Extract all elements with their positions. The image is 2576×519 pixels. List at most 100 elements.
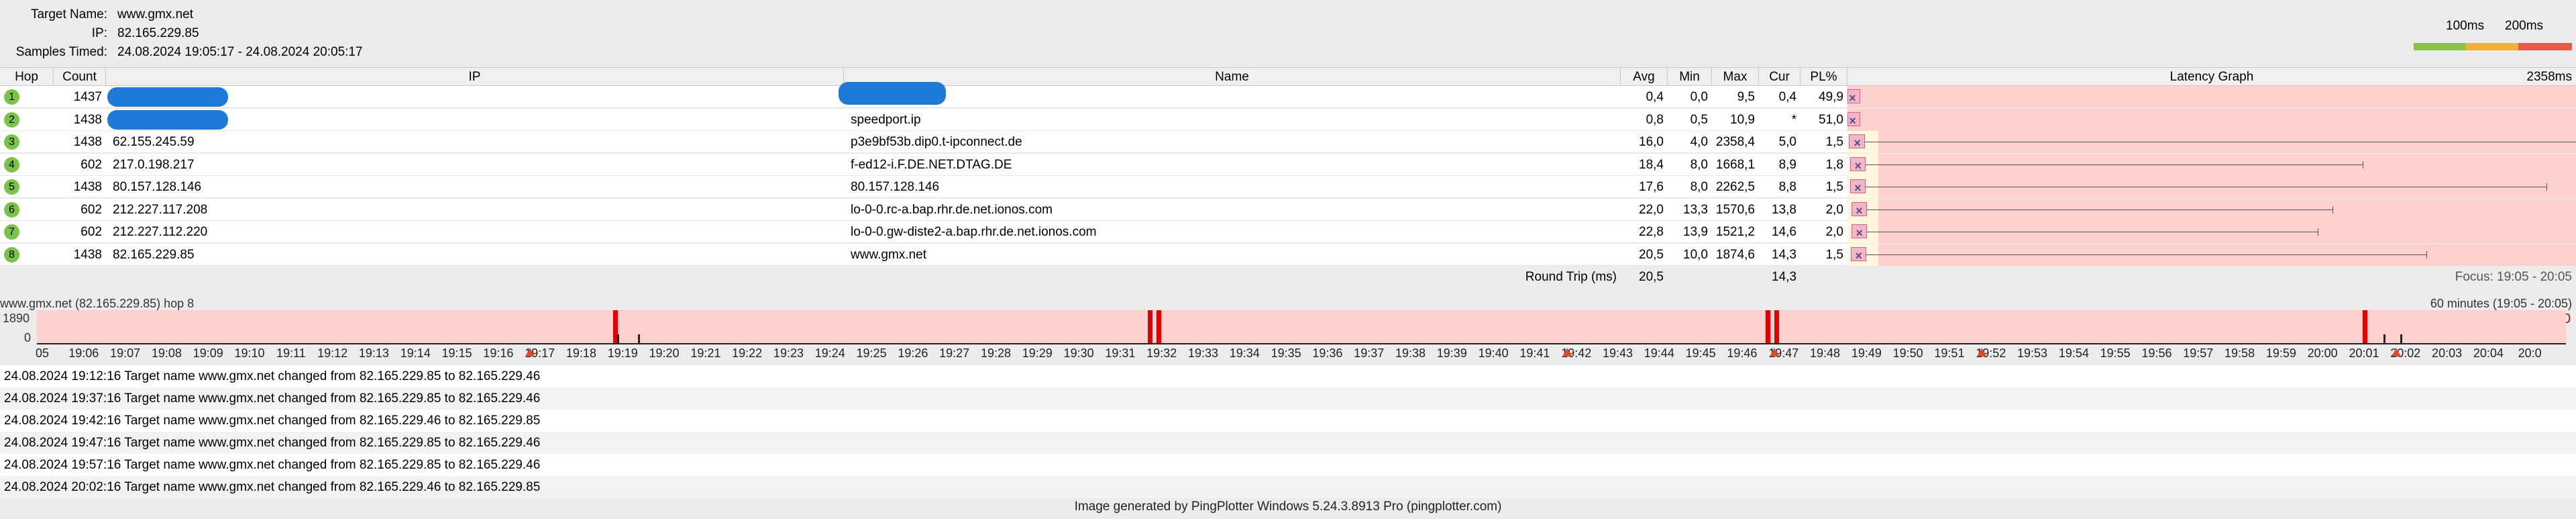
time-tick-label: 19:48 bbox=[1810, 346, 1841, 360]
col-avg[interactable]: Avg bbox=[1621, 68, 1668, 85]
time-tick-label: 19:41 bbox=[1519, 346, 1550, 360]
latency-graph-cell[interactable]: × bbox=[1847, 131, 2576, 153]
hop-number-badge: 8 bbox=[4, 246, 19, 263]
latency-max-tick bbox=[2546, 183, 2548, 191]
time-tick-label: 19:11 bbox=[276, 346, 306, 360]
cell-min: 13,9 bbox=[1683, 225, 1708, 239]
event-marker-icon[interactable] bbox=[1562, 348, 1572, 357]
latency-graph-cell[interactable]: × bbox=[1847, 86, 2576, 108]
cell-max: 1874,6 bbox=[1715, 247, 1755, 262]
timeline-graph[interactable] bbox=[37, 310, 2566, 344]
cell-ip: 212.227.112.220 bbox=[113, 225, 208, 239]
cell-min: 10,0 bbox=[1683, 247, 1708, 262]
latency-spike bbox=[617, 334, 620, 344]
timeline-range[interactable]: 60 minutes (19:05 - 20:05) bbox=[2430, 295, 2572, 312]
table-row[interactable]: 7 602 212.227.112.220 lo-0-0.gw-diste2-a.ba… bbox=[0, 221, 2576, 243]
time-tick-label: 20:03 bbox=[2432, 346, 2463, 360]
time-tick-label: 19:31 bbox=[1105, 346, 1136, 360]
cell-max: 1668,1 bbox=[1715, 157, 1755, 172]
cell-cur: 13,8 bbox=[1772, 202, 1796, 217]
cell-count: 602 bbox=[80, 225, 102, 239]
cell-cur: 0,4 bbox=[1778, 90, 1796, 104]
cell-name: f-ed12-i.F.DE.NET.DTAG.DE bbox=[851, 157, 1012, 172]
latency-graph-cell[interactable]: × bbox=[1847, 198, 2576, 221]
cell-cur: 14,6 bbox=[1772, 225, 1796, 239]
legend-red-bar bbox=[2518, 43, 2572, 50]
latency-spike bbox=[2400, 334, 2402, 344]
cell-pl: 1,5 bbox=[1825, 247, 1843, 262]
col-ip[interactable]: IP bbox=[106, 68, 844, 85]
col-min[interactable]: Min bbox=[1668, 68, 1712, 85]
cell-cur: 8,9 bbox=[1778, 157, 1796, 172]
table-row[interactable]: 5 1438 80.157.128.146 80.157.128.146 17,6 8,0… bbox=[0, 176, 2576, 198]
cell-cur: * bbox=[1791, 112, 1796, 127]
table-row[interactable]: 1 1437 0,4 0,0 9,5 0,4 49,9 × bbox=[0, 82, 2576, 108]
col-max[interactable]: Max bbox=[1712, 68, 1759, 85]
event-marker-icon[interactable] bbox=[1769, 348, 1779, 357]
packet-loss-bar bbox=[1766, 310, 1771, 344]
event-marker-icon[interactable] bbox=[525, 348, 535, 357]
event-marker-icon[interactable] bbox=[2391, 348, 2401, 357]
time-tick-label: 19:19 bbox=[607, 346, 638, 360]
ip-label: IP: bbox=[91, 26, 107, 40]
latency-graph-cell[interactable]: × bbox=[1847, 153, 2576, 176]
latency-current-marker-icon: × bbox=[1854, 158, 1862, 173]
footer-credit: Image generated by PingPlotter Windows 5… bbox=[1074, 500, 1502, 514]
latency-current-marker-icon: × bbox=[1849, 91, 1856, 105]
log-entry: 24.08.2024 19:12:16 Target name www.gmx.… bbox=[0, 365, 2576, 387]
latency-current-marker-icon: × bbox=[1855, 248, 1862, 263]
time-tick-label: 19:51 bbox=[1934, 346, 1965, 360]
cell-pl: 2,0 bbox=[1825, 225, 1843, 239]
cell-name: lo-0-0.gw-diste2-a.bap.rhr.de.net.ionos.… bbox=[851, 225, 1097, 239]
table-row[interactable]: 3 1438 62.155.245.59 p3e9bf53b.dip0.t-ipcon… bbox=[0, 131, 2576, 153]
event-marker-icon[interactable] bbox=[1976, 348, 1986, 357]
latency-graph-cell[interactable]: × bbox=[1847, 108, 2576, 131]
samples-label: Samples Timed: bbox=[15, 45, 107, 59]
cell-max: 10,9 bbox=[1730, 112, 1755, 127]
cell-ip: 80.157.128.146 bbox=[113, 180, 202, 194]
table-row[interactable]: 6 602 212.227.117.208 lo-0-0.rc-a.bap.rhr.d… bbox=[0, 198, 2576, 221]
table-row[interactable]: 4 602 217.0.198.217 f-ed12-i.F.DE.NET.DTAG.… bbox=[0, 153, 2576, 176]
col-count[interactable]: Count bbox=[54, 68, 106, 85]
trace-header: Target Name: www.gmx.net IP: 82.165.229.… bbox=[0, 5, 2576, 66]
round-trip-avg: 20,5 bbox=[1639, 270, 1664, 284]
cell-min: 8,0 bbox=[1690, 180, 1708, 194]
cell-ip: 212.227.117.208 bbox=[113, 202, 208, 217]
table-row[interactable]: 8 1438 82.165.229.85 www.gmx.net 20,5 10,0 187… bbox=[0, 243, 2576, 266]
col-pl[interactable]: PL% bbox=[1801, 68, 1847, 85]
latency-graph-cell[interactable]: × bbox=[1847, 176, 2576, 198]
latency-color-legend: 100ms 200ms bbox=[2414, 19, 2572, 52]
legend-green-bar bbox=[2414, 43, 2466, 50]
time-tick-label: 19:30 bbox=[1063, 346, 1094, 360]
cell-avg: 17,6 bbox=[1639, 180, 1664, 194]
time-tick-label: 19:16 bbox=[483, 346, 514, 360]
col-latency-graph[interactable]: Latency Graph 2358ms bbox=[1847, 68, 2576, 85]
graph-max-label: 2358ms bbox=[2526, 70, 2572, 84]
cell-pl: 2,0 bbox=[1825, 202, 1843, 217]
timeline-baseline bbox=[37, 343, 2566, 344]
log-entry: 24.08.2024 19:57:16 Target name www.gmx.… bbox=[0, 454, 2576, 476]
time-tick-label: 19:36 bbox=[1312, 346, 1343, 360]
cell-avg: 20,5 bbox=[1639, 247, 1664, 262]
time-tick-label: 19:23 bbox=[773, 346, 804, 360]
time-tick-label: 19:21 bbox=[690, 346, 721, 360]
time-tick-label: 19:20 bbox=[649, 346, 680, 360]
round-trip-row: Round Trip (ms) 20,5 14,3 Focus: 19:05 -… bbox=[0, 266, 2576, 288]
col-cur[interactable]: Cur bbox=[1759, 68, 1801, 85]
cell-count: 1438 bbox=[73, 135, 102, 149]
cell-ip: 62.155.245.59 bbox=[113, 135, 195, 149]
latency-current-marker-icon: × bbox=[1856, 203, 1863, 218]
col-hop[interactable]: Hop bbox=[0, 68, 54, 85]
latency-graph-cell[interactable]: × bbox=[1847, 243, 2576, 266]
cell-max: 2358,4 bbox=[1715, 135, 1755, 149]
time-tick-label: 19:49 bbox=[1851, 346, 1882, 360]
cell-ip: 82.165.229.85 bbox=[113, 247, 195, 262]
time-tick-label: 19:24 bbox=[814, 346, 845, 360]
time-tick-label: 19:33 bbox=[1187, 346, 1219, 360]
table-row[interactable]: 2 1438 speedport.ip 0,8 0,5 10,9 * 51,0 × bbox=[0, 108, 2576, 131]
latency-spike bbox=[2383, 334, 2386, 344]
latency-graph-cell[interactable]: × bbox=[1847, 221, 2576, 243]
target-name-label: Target Name: bbox=[30, 7, 107, 21]
col-name[interactable]: Name bbox=[844, 68, 1621, 85]
cell-pl: 51,0 bbox=[1819, 112, 1843, 127]
